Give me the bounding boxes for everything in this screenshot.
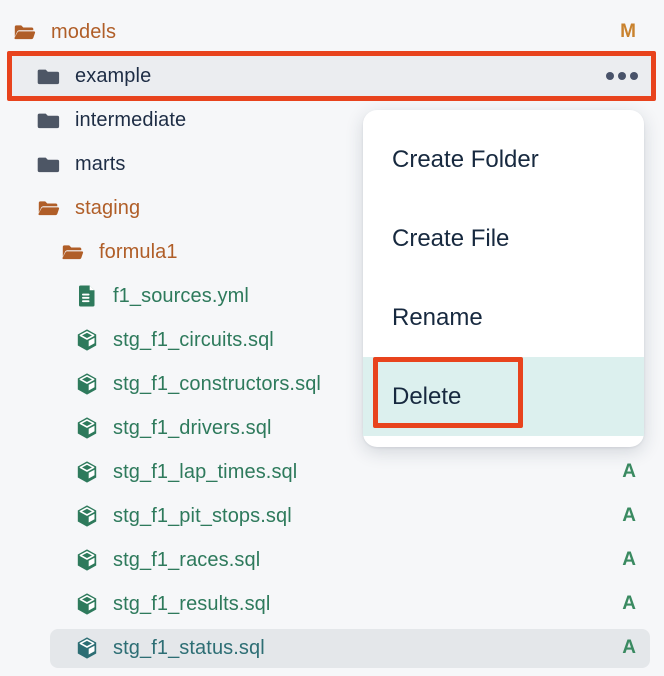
git-status-badge-added: A <box>622 505 636 527</box>
tree-row-stg-f1-races[interactable]: stg_f1_races.sql A <box>0 538 664 582</box>
cube-icon <box>74 416 100 440</box>
git-status-badge-added: A <box>622 549 636 571</box>
git-status-badge-added: A <box>622 461 636 483</box>
tree-row-stg-f1-lap-times[interactable]: stg_f1_lap_times.sql A <box>0 450 664 494</box>
git-status-badge-added: A <box>622 593 636 615</box>
tree-item-label: stg_f1_drivers.sql <box>113 417 272 440</box>
folder-open-icon <box>60 240 86 264</box>
tree-row-example[interactable]: example <box>0 54 664 98</box>
tree-item-label: formula1 <box>99 241 178 264</box>
tree-item-label: f1_sources.yml <box>113 285 249 308</box>
tree-item-label: marts <box>75 153 126 176</box>
menu-item-create-folder[interactable]: Create Folder <box>363 120 644 199</box>
cube-icon <box>74 328 100 352</box>
cube-icon <box>74 548 100 572</box>
tree-item-label: models <box>51 21 116 44</box>
tree-row-stg-f1-pit-stops[interactable]: stg_f1_pit_stops.sql A <box>0 494 664 538</box>
menu-item-rename[interactable]: Rename <box>363 278 644 357</box>
tree-row-models[interactable]: models M <box>0 10 664 54</box>
cube-icon <box>74 372 100 396</box>
cube-icon <box>74 636 100 660</box>
folder-icon <box>36 108 62 132</box>
tree-item-label: stg_f1_races.sql <box>113 549 260 572</box>
context-menu: Create Folder Create File Rename Delete <box>363 110 644 447</box>
menu-item-create-file[interactable]: Create File <box>363 199 644 278</box>
tree-item-label: staging <box>75 197 140 220</box>
tree-item-label: example <box>75 65 151 88</box>
folder-open-icon <box>12 20 38 44</box>
tree-row-stg-f1-status[interactable]: stg_f1_status.sql A <box>0 626 664 670</box>
tree-item-label: stg_f1_constructors.sql <box>113 373 321 396</box>
kebab-menu-icon[interactable] <box>606 72 638 80</box>
menu-item-delete[interactable]: Delete <box>363 357 644 436</box>
folder-icon <box>36 64 62 88</box>
git-status-badge-modified: M <box>620 21 636 43</box>
folder-icon <box>36 152 62 176</box>
git-status-badge-added: A <box>622 637 636 659</box>
tree-item-label: stg_f1_lap_times.sql <box>113 461 297 484</box>
tree-item-label: stg_f1_results.sql <box>113 593 270 616</box>
tree-item-label: intermediate <box>75 109 186 132</box>
document-icon <box>74 284 100 308</box>
folder-open-icon <box>36 196 62 220</box>
cube-icon <box>74 460 100 484</box>
tree-row-stg-f1-results[interactable]: stg_f1_results.sql A <box>0 582 664 626</box>
tree-item-label: stg_f1_status.sql <box>113 637 265 660</box>
cube-icon <box>74 504 100 528</box>
tree-item-label: stg_f1_pit_stops.sql <box>113 505 292 528</box>
cube-icon <box>74 592 100 616</box>
tree-item-label: stg_f1_circuits.sql <box>113 329 274 352</box>
